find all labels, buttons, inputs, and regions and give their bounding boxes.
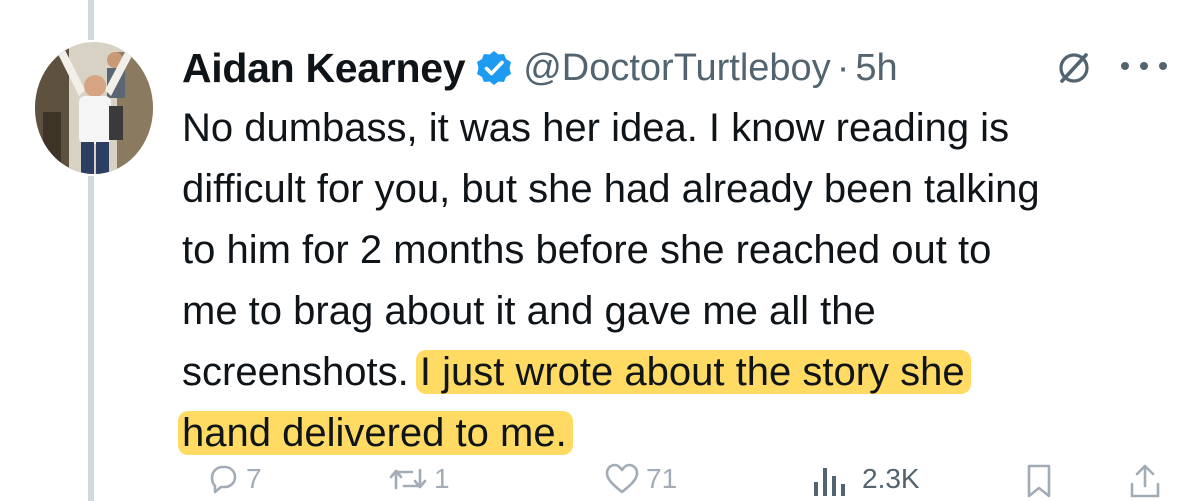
tweet-card: Aidan Kearney @DoctorTurtleboy · 5h No d… bbox=[0, 0, 1199, 501]
header-separator: · bbox=[836, 46, 850, 89]
grok-icon[interactable] bbox=[1054, 48, 1094, 88]
like-button[interactable]: 71 bbox=[604, 462, 677, 496]
highlighted-text: I just wrote about the story she bbox=[415, 350, 971, 394]
author-name[interactable]: Aidan Kearney bbox=[182, 45, 466, 92]
thread-line-bottom bbox=[88, 176, 94, 501]
tweet-text-line: hand delivered to me. bbox=[178, 403, 1182, 464]
tweet-text-line: No dumbass, it was her idea. I know read… bbox=[182, 106, 1010, 150]
thread-line-top bbox=[88, 0, 94, 40]
views-button[interactable]: 2.3K bbox=[808, 462, 920, 496]
view-count: 2.3K bbox=[862, 463, 920, 494]
avatar[interactable] bbox=[35, 42, 153, 174]
tweet-text-line: to him for 2 months before she reached o… bbox=[182, 228, 992, 272]
bookmark-button[interactable] bbox=[1024, 462, 1054, 498]
bookmark-icon bbox=[1027, 464, 1051, 498]
highlighted-text: hand delivered to me. bbox=[178, 411, 573, 455]
tweet-timestamp[interactable]: 5h bbox=[855, 47, 897, 90]
action-bar: 7 1 71 2.3K bbox=[0, 462, 1199, 501]
tweet-text-plain: screenshots. bbox=[182, 350, 420, 394]
repost-icon bbox=[389, 468, 427, 490]
views-icon bbox=[814, 468, 845, 496]
tweet-text-line: difficult for you, but she had already b… bbox=[182, 167, 1040, 211]
tweet-text-line: me to brag about it and gave me all the bbox=[182, 289, 876, 333]
tweet-header: Aidan Kearney @DoctorTurtleboy · 5h bbox=[182, 40, 898, 96]
reply-button[interactable]: 7 bbox=[206, 462, 262, 496]
author-handle[interactable]: @DoctorTurtleboy bbox=[523, 47, 831, 90]
share-button[interactable] bbox=[1128, 462, 1162, 498]
tweet-text-line: screenshots. I just wrote about the stor… bbox=[182, 342, 1182, 403]
more-icon[interactable] bbox=[1117, 58, 1171, 74]
tweet-text: No dumbass, it was her idea. I know read… bbox=[178, 98, 1182, 464]
repost-count: 1 bbox=[434, 463, 450, 494]
like-icon bbox=[605, 463, 639, 494]
like-count: 71 bbox=[646, 463, 678, 494]
repost-button[interactable]: 1 bbox=[388, 462, 450, 496]
reply-count: 7 bbox=[246, 463, 262, 494]
reply-icon bbox=[210, 465, 237, 494]
share-icon bbox=[1130, 464, 1160, 498]
verified-badge-icon bbox=[475, 49, 513, 87]
